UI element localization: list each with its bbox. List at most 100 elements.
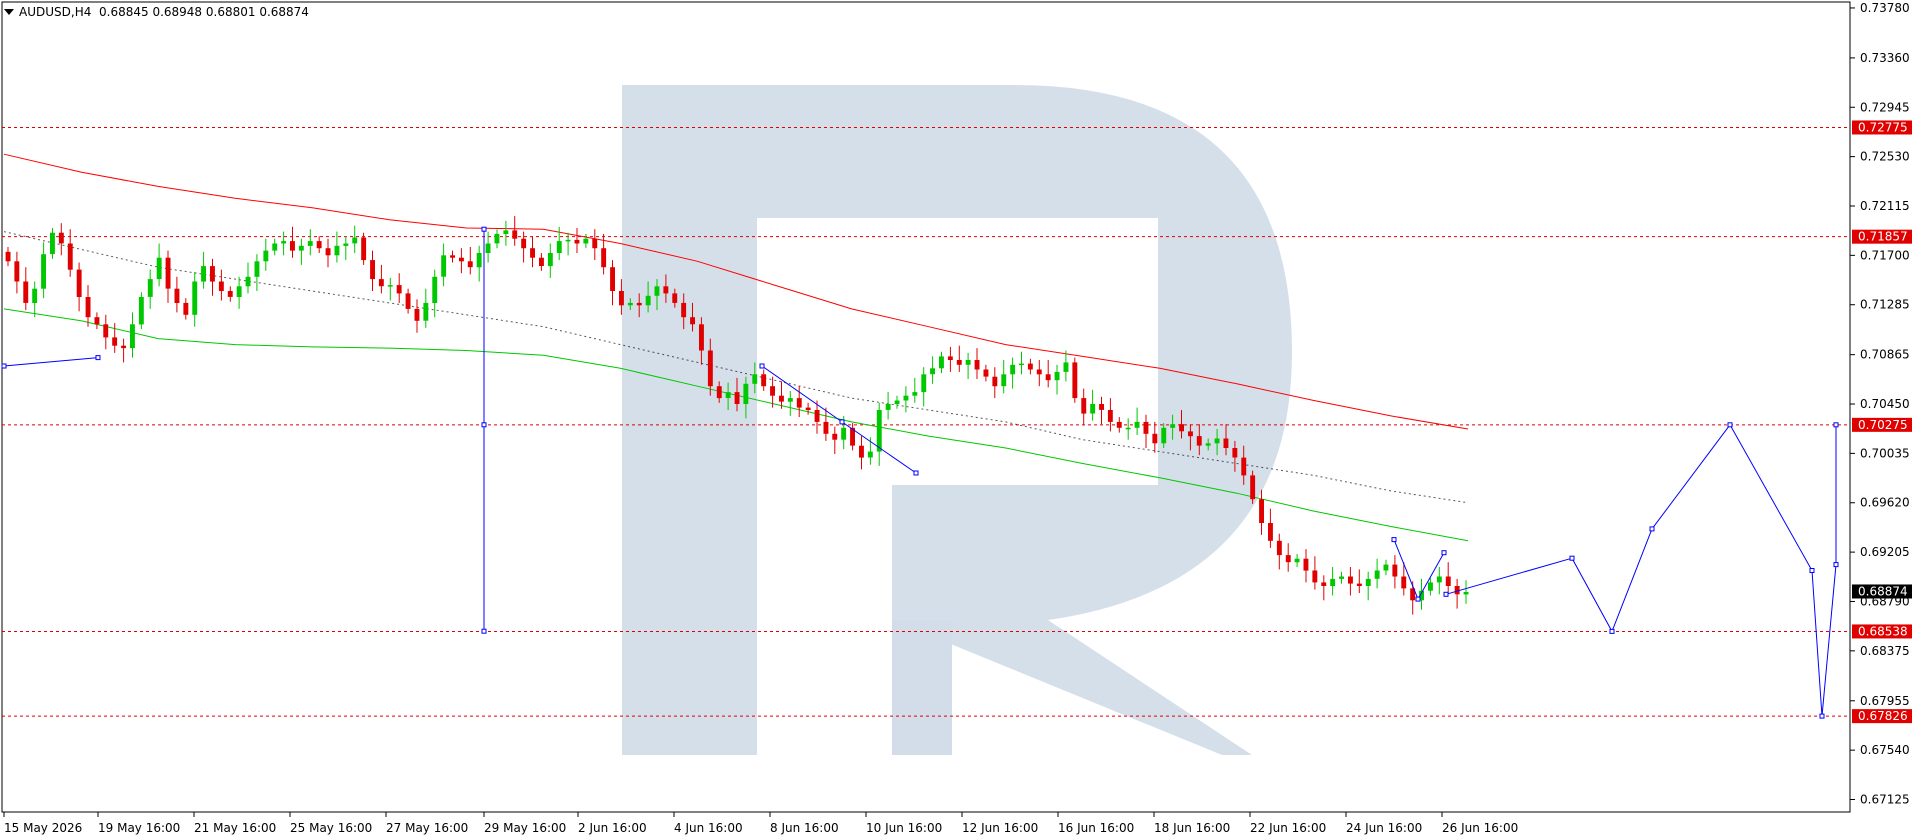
- candle-body: [325, 248, 331, 256]
- candle-body: [467, 261, 473, 268]
- candle-body: [530, 248, 535, 258]
- time-tick-label: 26 Jun 16:00: [1442, 821, 1518, 835]
- candle-body: [974, 360, 980, 370]
- candle-body: [58, 232, 64, 244]
- candle-body: [254, 261, 260, 277]
- wave-line: [761, 365, 917, 474]
- candle-body: [539, 257, 544, 266]
- time-tick-label: 19 May 16:00: [98, 821, 180, 835]
- candle-body: [503, 230, 509, 234]
- candle-body: [32, 288, 38, 303]
- candle-body: [583, 238, 589, 244]
- candle-body: [370, 260, 375, 280]
- candle-body: [450, 255, 455, 258]
- candle-body: [912, 392, 918, 396]
- candle-body: [1179, 424, 1184, 432]
- forecast-point[interactable]: [1727, 422, 1733, 428]
- candle-body: [636, 302, 642, 306]
- wave-point[interactable]: [481, 226, 487, 232]
- candle-body: [476, 253, 482, 268]
- price-tick-label: 0.67955: [1860, 694, 1910, 708]
- candle-body: [23, 281, 29, 303]
- candle-body: [779, 395, 784, 402]
- candle-body: [681, 302, 687, 318]
- candle-body: [192, 281, 198, 315]
- candle-body: [1036, 369, 1042, 375]
- price-tick-label: 0.70450: [1860, 397, 1910, 411]
- candle-body: [1445, 576, 1451, 586]
- candle-body: [1259, 499, 1264, 523]
- wave-line: [3, 357, 99, 367]
- candle-body: [165, 257, 171, 289]
- candle-body: [1107, 410, 1113, 422]
- forecast-point[interactable]: [1569, 555, 1575, 561]
- candle-body: [939, 356, 944, 369]
- candle-body: [272, 243, 278, 251]
- candle-body: [1365, 578, 1371, 586]
- candle-body: [378, 279, 384, 287]
- forecast-point[interactable]: [1833, 562, 1839, 568]
- wave-point[interactable]: [1391, 537, 1397, 543]
- wave-point[interactable]: [481, 422, 487, 428]
- candle-body: [1241, 457, 1247, 476]
- forecast-point[interactable]: [1833, 422, 1839, 428]
- price-tick-label: 0.70035: [1860, 446, 1910, 460]
- candle-body: [1223, 438, 1229, 448]
- candle-body: [76, 269, 82, 297]
- watermark-logo-part: [892, 620, 952, 755]
- candle-body: [245, 276, 251, 287]
- candle-body: [1214, 438, 1220, 444]
- candle-body: [699, 324, 704, 351]
- wave-point[interactable]: [481, 628, 487, 634]
- forecast-point[interactable]: [1649, 526, 1655, 532]
- candle-body: [1303, 558, 1309, 571]
- candle-body: [930, 368, 935, 375]
- time-tick-label: 21 May 16:00: [194, 821, 276, 835]
- forecast-point[interactable]: [1609, 628, 1615, 634]
- current-price-label: 0.68874: [1858, 584, 1908, 598]
- candle-body: [227, 291, 233, 297]
- candle-body: [547, 253, 553, 267]
- candle-body: [761, 374, 767, 387]
- candle-body: [1125, 427, 1131, 430]
- time-tick-label: 22 Jun 16:00: [1250, 821, 1326, 835]
- candle-body: [521, 238, 527, 249]
- wave-point[interactable]: [759, 363, 765, 369]
- candle-body: [1392, 564, 1398, 577]
- price-tick-label: 0.73360: [1860, 51, 1910, 65]
- candle-body: [894, 400, 900, 405]
- candle-body: [1196, 436, 1202, 446]
- candle-body: [1356, 583, 1362, 586]
- candle-body: [1116, 421, 1122, 428]
- price-chart[interactable]: 0.73780 0.73360 0.72945 0.72530 0.72115 0.717…: [0, 0, 1916, 840]
- price-tick-label: 0.69620: [1860, 496, 1910, 510]
- wave-point[interactable]: [1441, 550, 1447, 556]
- candle-body: [334, 245, 340, 256]
- candle-body: [592, 238, 598, 249]
- candle-body: [201, 266, 206, 282]
- wave-point[interactable]: [839, 419, 845, 425]
- wave-point[interactable]: [1415, 596, 1421, 602]
- forecast-point[interactable]: [1443, 591, 1449, 597]
- candle-body: [67, 243, 73, 270]
- forecast-point[interactable]: [1819, 713, 1825, 719]
- candle-body: [876, 410, 882, 452]
- candle-body: [307, 241, 313, 246]
- candle-body: [867, 451, 873, 458]
- wave-point[interactable]: [1, 363, 7, 369]
- candle-body: [1321, 582, 1327, 586]
- forecast-point[interactable]: [1809, 568, 1815, 573]
- candle-body: [236, 286, 242, 297]
- candle-body: [396, 285, 402, 294]
- candle-body: [1268, 523, 1273, 541]
- candle-body: [672, 293, 678, 303]
- wave-point[interactable]: [913, 470, 919, 476]
- candle-body: [281, 241, 287, 244]
- level-price-label: 0.72775: [1858, 120, 1908, 134]
- candle-body: [1001, 374, 1007, 387]
- candle-body: [1054, 371, 1060, 381]
- candle-body: [1134, 421, 1140, 428]
- candle-body: [485, 243, 491, 253]
- wave-point[interactable]: [95, 355, 101, 361]
- candle-body: [1383, 564, 1389, 571]
